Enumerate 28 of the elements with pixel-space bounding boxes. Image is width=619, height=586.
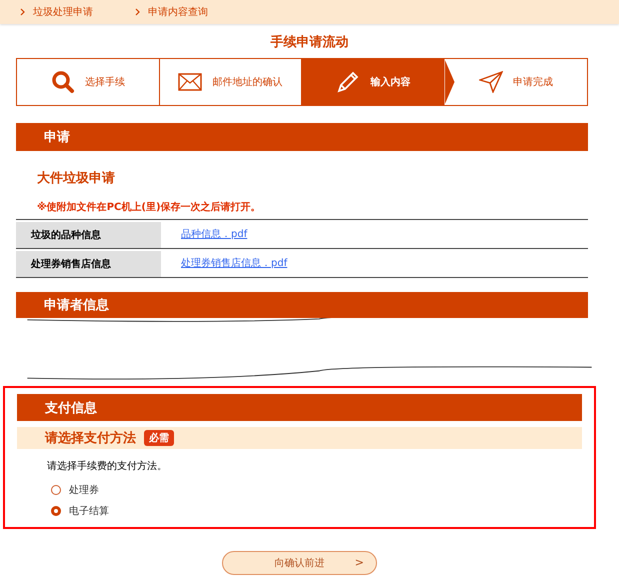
section-header: 申请 — [16, 123, 588, 151]
search-icon — [50, 70, 75, 94]
pdf-link[interactable]: 品种信息．pdf — [181, 227, 248, 241]
paper-plane-icon — [478, 71, 503, 93]
notice-text: ※使附加文件在PC机上(里)保存一次之后请打开。 — [37, 200, 262, 214]
pdf-link[interactable]: 处理券销售店信息．pdf — [181, 256, 288, 270]
section-subtitle: 大件垃圾申请 — [37, 170, 116, 187]
breadcrumb-link[interactable]: 垃圾处理申请 — [20, 5, 135, 19]
envelope-icon — [178, 73, 202, 91]
option-label: 电子结算 — [69, 504, 109, 518]
chevron-icon — [20, 8, 25, 16]
row-label: 处理券销售店信息 — [16, 251, 161, 277]
instruction-text: 请选择手续费的支付方法。 — [47, 460, 168, 473]
breadcrumb-link[interactable]: 申请内容查询 — [135, 5, 250, 19]
pencil-icon — [336, 70, 360, 94]
chevron-icon — [135, 8, 140, 16]
step-item: 邮件地址的确认 — [160, 59, 302, 105]
section-header: 申请者信息 — [16, 292, 588, 318]
radio-button[interactable] — [51, 506, 61, 516]
flow-title: 手续申请流动 — [270, 34, 350, 51]
option-label: 处理券 — [69, 484, 99, 497]
row-label: 垃圾的品种信息 — [16, 222, 161, 248]
section-header: 支付信息 — [17, 394, 582, 421]
question-title: 请选择支付方法 — [45, 430, 136, 447]
step-item: 输入内容 — [302, 59, 444, 105]
next-button[interactable]: 向确认前进 > — [222, 551, 377, 575]
radio-button[interactable] — [51, 485, 61, 495]
required-badge: 必需 — [144, 430, 174, 446]
